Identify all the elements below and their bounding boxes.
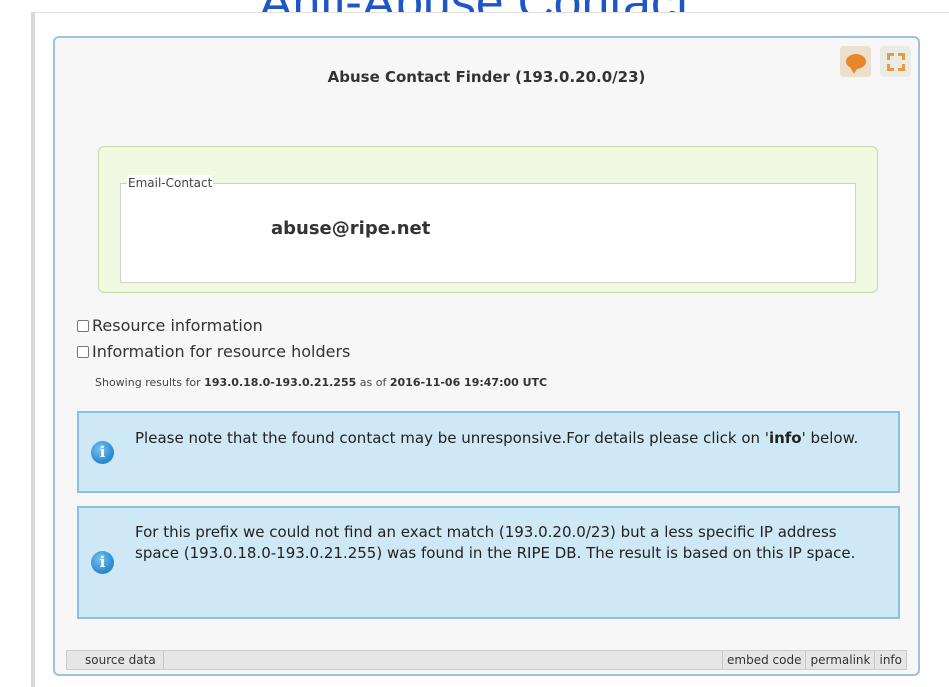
permalink-link[interactable]: permalink [805,651,874,669]
info-icon: i [91,441,114,464]
fullscreen-button[interactable] [880,46,911,77]
email-contact-legend: Email-Contact [127,175,214,191]
unresponsive-contact-note: i Please note that the found contact may… [77,411,900,493]
widget-title: Abuse Contact Finder (193.0.20.0/23) [327,68,646,86]
results-timestamp: 2016-11-06 19:47:00 UTC [389,376,548,389]
feedback-button[interactable] [840,46,871,77]
contact-panel: Email-Contact abuse@ripe.net [98,146,878,293]
info-icon: i [91,551,114,574]
resource-holders-label: Information for resource holders [92,342,351,361]
resource-information-label: Resource information [92,316,263,335]
note-text-after: ' below. [801,429,859,447]
note-text: Please note that the found contact may b… [135,428,884,449]
results-summary: Showing results for 193.0.18.0-193.0.21.… [95,376,547,389]
note-text-bold: info [768,429,802,447]
note-text: For this prefix we could not find an exa… [135,523,856,562]
widget-footer: source data embed code permalink info [66,650,907,670]
results-prefix: Showing results for [95,376,205,389]
info-link[interactable]: info [874,651,906,669]
expand-icon [886,52,905,71]
resource-holders-checkbox[interactable] [77,345,89,358]
resource-information-option[interactable]: Resource information [77,316,263,335]
resource-holders-option[interactable]: Information for resource holders [77,342,350,361]
resource-information-checkbox[interactable] [77,319,89,332]
results-middle: as of [356,376,390,389]
results-range: 193.0.18.0-193.0.21.255 [204,376,357,389]
email-contact-fieldset: Email-Contact abuse@ripe.net [120,175,856,283]
abuse-email[interactable]: abuse@ripe.net [271,218,430,239]
speech-bubble-icon [845,54,866,74]
abuse-contact-widget: Abuse Contact Finder (193.0.20.0/23) Ema… [53,36,920,676]
footer-links: embed code permalink info [722,651,906,669]
source-data-link[interactable]: source data [67,651,164,669]
less-specific-match-note: i For this prefix we could not find an e… [77,506,900,619]
note-text-before: Please note that the found contact may b… [135,429,769,447]
embed-code-link[interactable]: embed code [722,651,805,669]
